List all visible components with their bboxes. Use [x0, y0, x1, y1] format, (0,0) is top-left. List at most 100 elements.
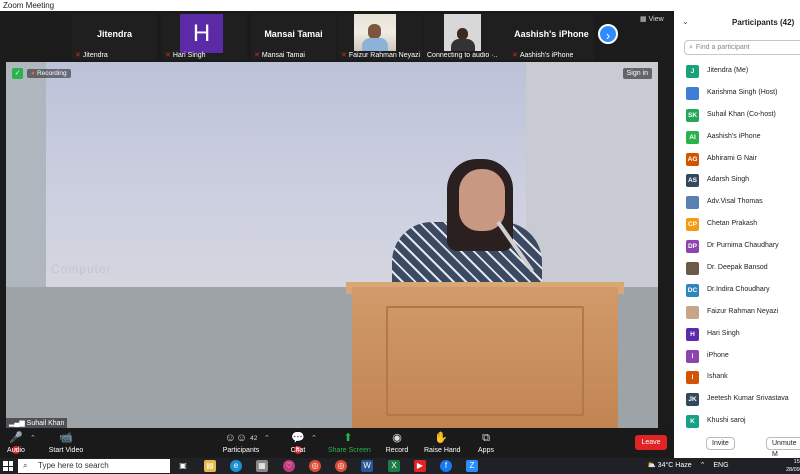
participant-row[interactable]: H Hari Singh: [674, 325, 800, 347]
tray-up-icon[interactable]: ⌃: [700, 462, 706, 469]
participant-row[interactable]: Dr. Deepak Bansod: [674, 259, 800, 281]
facebook-icon[interactable]: f: [440, 460, 452, 472]
participant-row[interactable]: JK Jeetesh Kumar Srivastava: [674, 390, 800, 412]
participant-tile-mansai-tamai[interactable]: Mansai Tamai ✕ Mansai Tamai: [251, 14, 336, 60]
chat-button[interactable]: 💬8 Chat: [288, 431, 308, 454]
participant-row[interactable]: DP Dr Purnima Chaudhary: [674, 237, 800, 259]
speaker-name-label: ▂▄▆ Suhail Khan: [6, 418, 68, 428]
participant-name: Dr Purnima Chaudhary: [707, 242, 779, 250]
zoom-taskbar-icon[interactable]: Z: [466, 460, 478, 472]
avatar: AS: [686, 174, 699, 188]
share-screen-button[interactable]: ⬆ Share Screen: [328, 431, 371, 454]
participant-name: Dr.Indira Choudhary: [707, 285, 770, 293]
record-button[interactable]: ◉ Record: [384, 431, 410, 454]
participant-row[interactable]: AS Adarsh Singh: [674, 171, 800, 193]
file-explorer-icon[interactable]: ▤: [204, 460, 216, 472]
taskbar-search-input[interactable]: ⌕ Type here to search: [18, 459, 170, 473]
unmute-me-button[interactable]: Unmute M: [766, 437, 800, 458]
audio-options-caret[interactable]: ⌃: [30, 434, 36, 442]
task-view-icon[interactable]: ▣: [177, 460, 189, 472]
record-dot-icon: ●: [31, 70, 35, 77]
panel-header: ⌄ Participants (42): [674, 11, 800, 33]
chrome-icon[interactable]: ◎: [309, 460, 321, 472]
participant-row[interactable]: J Jitendra (Me): [674, 62, 800, 84]
tile-label: ✕ Hari Singh: [165, 52, 206, 59]
collapse-chevron-icon[interactable]: ⌄: [682, 17, 689, 26]
participant-tile-connecting[interactable]: Connecting to audio ·..: [424, 14, 509, 60]
edge-icon[interactable]: e: [230, 460, 242, 472]
recording-badge[interactable]: ● Recording: [27, 69, 71, 78]
participant-name: Dr. Deepak Bansod: [707, 264, 768, 272]
meeting-toolbar: 🎤✕ Audio ⌃ 📹 Start Video ☺☺ 42 Participa…: [0, 428, 674, 458]
participant-row[interactable]: Karishma Singh (Host): [674, 84, 800, 106]
participant-tile-hari-singh[interactable]: H ✕ Hari Singh: [162, 14, 247, 60]
app-icon[interactable]: ♡: [283, 460, 295, 472]
participant-name: Karishma Singh (Host): [707, 88, 778, 96]
participant-list: J Jitendra (Me) Karishma Singh (Host) SK Suh…: [674, 62, 800, 434]
start-video-button[interactable]: 📹 Start Video: [48, 431, 84, 454]
avatar: DP: [686, 240, 699, 254]
avatar: H: [180, 14, 223, 53]
participant-row[interactable]: Faizur Rahman Neyazi: [674, 303, 800, 325]
avatar: [686, 86, 699, 100]
audio-label: Audio: [7, 447, 25, 454]
tile-name: Aashish's iPhone: [514, 29, 589, 39]
avatar: [686, 196, 699, 210]
chat-label: Chat: [290, 447, 306, 454]
participant-row[interactable]: I Ishank: [674, 368, 800, 390]
participant-row[interactable]: IiPhone: [674, 347, 800, 369]
leave-button[interactable]: Leave: [635, 435, 667, 450]
participant-tile-faizur[interactable]: ✕ Faizur Rahman Neyazi: [338, 14, 423, 60]
tile-label: ✕ Faizur Rahman Neyazi: [341, 52, 421, 59]
participant-row[interactable]: AI Aashish's iPhone: [674, 128, 800, 150]
apps-label: Apps: [478, 447, 494, 454]
avatar: AI: [686, 130, 699, 144]
participant-name: Khushi saroj: [707, 417, 746, 425]
view-button[interactable]: ▦ View: [640, 15, 664, 23]
chrome-icon-2[interactable]: ◎: [335, 460, 347, 472]
participant-tile-jitendra[interactable]: Jitendra ✕ Jitendra: [72, 14, 157, 60]
video-feed: [354, 14, 396, 51]
participant-name: Suhail Khan (Co-host): [707, 110, 776, 118]
clock[interactable]: 15 28/09: [786, 458, 800, 474]
participant-row[interactable]: Adv.Visal Thomas: [674, 193, 800, 215]
chat-options-caret[interactable]: ⌃: [311, 434, 317, 442]
participant-tile-aashish-iphone[interactable]: Aashish's iPhone ✕ Aashish's iPhone: [509, 14, 594, 60]
signal-icon: ▂▄▆: [9, 420, 27, 427]
participant-row[interactable]: SK Suhail Khan (Co-host): [674, 106, 800, 128]
participants-button[interactable]: ☺☺ 42 Participants: [221, 431, 261, 454]
participant-name: Adarsh Singh: [707, 176, 750, 184]
youtube-icon[interactable]: ▶: [414, 460, 426, 472]
weather-text[interactable]: 34°C Haze: [658, 462, 692, 469]
mic-muted-icon: ✕: [512, 52, 518, 59]
participant-name: Hari Singh: [707, 329, 740, 337]
raise-hand-button[interactable]: ✋ Raise Hand: [424, 431, 461, 454]
mic-muted-icon: ✕: [75, 52, 81, 59]
participant-row[interactable]: K Khushi saroj: [674, 412, 800, 434]
audio-button[interactable]: 🎤✕ Audio: [6, 431, 26, 454]
record-icon: ◉: [392, 432, 402, 444]
apps-icon: ⧉: [482, 432, 490, 444]
participants-options-caret[interactable]: ⌃: [264, 434, 270, 442]
store-icon[interactable]: ▦: [256, 460, 268, 472]
avatar: I: [686, 349, 699, 363]
record-label: Record: [385, 447, 409, 454]
podium-panel: [386, 306, 584, 416]
participant-search-input[interactable]: ⌕ Find a participant: [684, 40, 800, 55]
participant-row[interactable]: CP Chetan Prakash: [674, 215, 800, 237]
video-feed: [444, 14, 481, 51]
invite-button[interactable]: Invite: [706, 437, 735, 450]
apps-button[interactable]: ⧉ Apps: [476, 431, 496, 454]
excel-icon[interactable]: X: [388, 460, 400, 472]
participants-icon: ☺☺ 42: [224, 432, 258, 444]
word-icon[interactable]: W: [361, 460, 373, 472]
sign-in-button[interactable]: Sign in: [622, 68, 652, 79]
lang-indicator[interactable]: ENG: [713, 462, 728, 469]
next-page-button[interactable]: ›: [598, 24, 618, 44]
participant-row[interactable]: AG Abhirami G Nair: [674, 150, 800, 172]
participant-name: iPhone: [707, 351, 729, 359]
shield-icon[interactable]: ✓: [12, 68, 23, 79]
avatar: AG: [686, 152, 699, 166]
windows-start-icon[interactable]: [3, 461, 13, 471]
participant-row[interactable]: DC Dr.Indira Choudhary: [674, 281, 800, 303]
